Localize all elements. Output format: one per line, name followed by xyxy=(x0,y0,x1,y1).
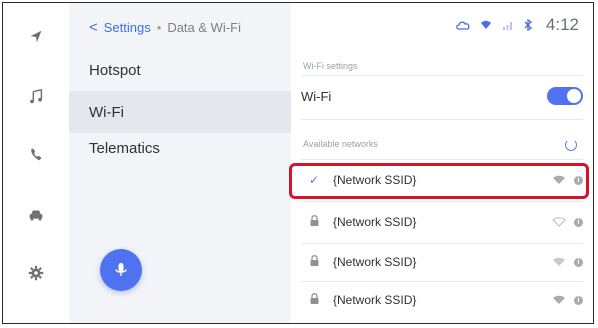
cloud-icon xyxy=(456,21,470,30)
settings-menu: < Settings • Data & Wi-Fi Hotspot Wi-Fi … xyxy=(69,3,291,323)
breadcrumb-current: Data & Wi-Fi xyxy=(167,19,241,35)
microphone-icon xyxy=(115,263,127,276)
selected-network-highlight xyxy=(289,163,589,199)
voice-assistant-button[interactable] xyxy=(100,249,142,291)
music-icon xyxy=(30,88,43,104)
wifi-toggle-row[interactable]: Wi-Fi xyxy=(301,79,583,113)
network-ssid: {Network SSID} xyxy=(333,215,417,229)
navigation-icon xyxy=(30,30,42,43)
cellular-signal-icon xyxy=(502,22,512,30)
status-bar: 4:12 xyxy=(456,15,579,35)
wifi-toggle[interactable] xyxy=(547,87,583,105)
bluetooth-icon xyxy=(524,19,532,31)
menu-item-label: Wi-Fi xyxy=(89,103,124,121)
wifi-status-icon xyxy=(480,20,491,29)
wifi-settings-section-label: Wi-Fi settings xyxy=(303,61,358,71)
network-ssid: {Network SSID} xyxy=(333,293,417,307)
lock-icon xyxy=(301,255,327,269)
rail-phone-button[interactable] xyxy=(3,135,69,175)
clock-time: 4:12 xyxy=(545,15,579,34)
divider xyxy=(301,159,583,160)
menu-item-hotspot[interactable]: Hotspot xyxy=(69,49,291,91)
app-window: < Settings • Data & Wi-Fi Hotspot Wi-Fi … xyxy=(2,2,594,324)
network-row[interactable]: {Network SSID} i xyxy=(301,203,583,241)
settings-gear-icon xyxy=(28,265,44,281)
divider xyxy=(301,201,583,202)
car-icon xyxy=(29,210,43,221)
available-networks-label: Available networks xyxy=(303,139,378,149)
breadcrumb-settings-link[interactable]: Settings xyxy=(104,20,151,35)
wifi-signal-icon xyxy=(553,257,565,266)
network-info-icon[interactable]: i xyxy=(574,257,583,267)
wifi-signal-icon xyxy=(552,217,566,227)
rail-music-button[interactable] xyxy=(3,77,69,117)
rail-navigation-button[interactable] xyxy=(3,17,69,57)
wifi-label: Wi-Fi xyxy=(301,88,332,104)
rail-settings-button[interactable] xyxy=(3,253,69,293)
network-row[interactable]: {Network SSID} i xyxy=(301,281,583,319)
divider xyxy=(301,119,583,120)
breadcrumb: < Settings • Data & Wi-Fi xyxy=(89,17,241,37)
left-rail xyxy=(3,3,70,323)
rail-vehicle-button[interactable] xyxy=(3,195,69,235)
network-info-icon[interactable]: i xyxy=(574,217,583,227)
network-ssid: {Network SSID} xyxy=(333,255,417,269)
loading-spinner-icon xyxy=(565,139,577,151)
breadcrumb-separator: • xyxy=(156,19,162,35)
network-row[interactable]: {Network SSID} i xyxy=(301,243,583,281)
menu-item-telematics[interactable]: Telematics xyxy=(69,127,291,169)
divider xyxy=(301,75,583,76)
back-button[interactable]: < xyxy=(89,20,98,35)
menu-item-label: Hotspot xyxy=(89,61,141,79)
lock-icon xyxy=(301,293,327,307)
menu-item-label: Telematics xyxy=(89,139,160,157)
lock-icon xyxy=(301,215,327,229)
wifi-signal-icon xyxy=(553,295,565,304)
network-info-icon[interactable]: i xyxy=(574,295,583,305)
phone-icon xyxy=(31,148,42,161)
